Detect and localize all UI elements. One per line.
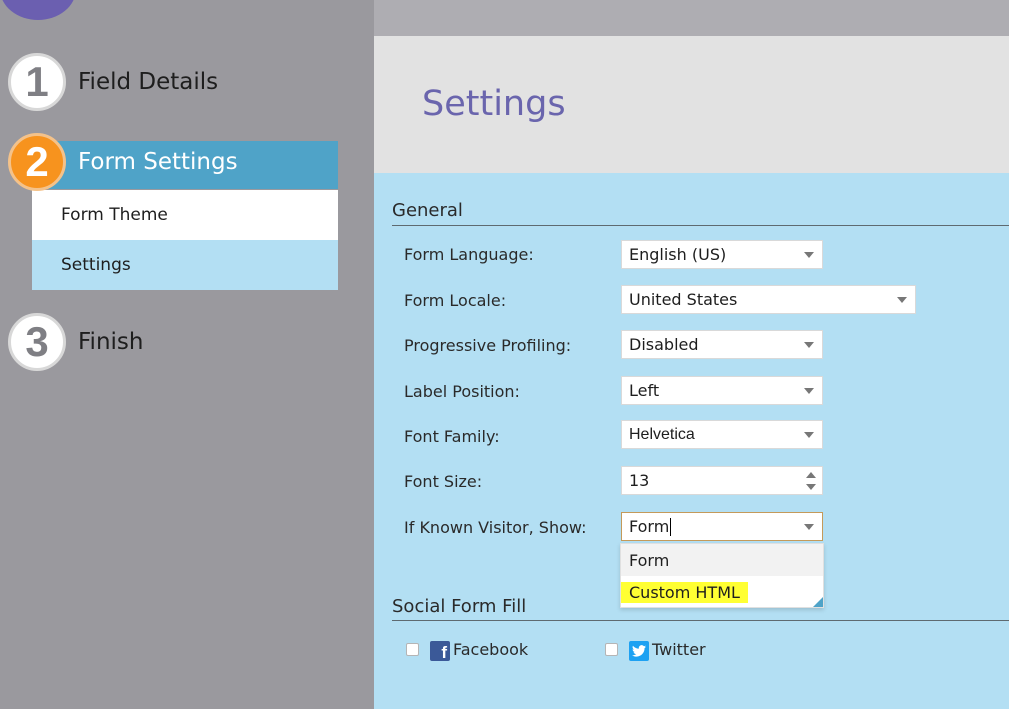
- section-title-social: Social Form Fill: [392, 596, 527, 617]
- page-title: Settings: [422, 84, 566, 124]
- dropdown-option-custom-html[interactable]: Custom HTML: [621, 576, 823, 608]
- select-value: English (US): [629, 245, 727, 264]
- known-visitor-dropdown: Form Custom HTML: [620, 543, 824, 608]
- step-number: 2: [8, 133, 66, 191]
- label-position-label: Label Position:: [404, 382, 520, 401]
- stepper-value: 13: [629, 471, 650, 490]
- progressive-profiling-select[interactable]: Disabled: [621, 330, 823, 359]
- select-value: Helvetica: [629, 425, 695, 443]
- twitter-checkbox[interactable]: [605, 643, 618, 656]
- step-number: 3: [8, 313, 66, 371]
- step-form-settings[interactable]: 2 Form Settings: [8, 133, 238, 191]
- twitter-icon: [629, 641, 649, 661]
- twitter-label: Twitter: [652, 640, 706, 659]
- font-family-select[interactable]: Helvetica: [621, 420, 823, 449]
- section-divider: [392, 620, 1009, 621]
- substep-settings[interactable]: Settings: [32, 240, 338, 290]
- chevron-down-icon: [897, 297, 907, 303]
- highlighted-option-label: Custom HTML: [621, 581, 748, 603]
- page-header: Settings: [374, 36, 1009, 173]
- step-finish[interactable]: 3 Finish: [8, 313, 143, 371]
- facebook-checkbox[interactable]: [406, 643, 419, 656]
- progressive-profiling-label: Progressive Profiling:: [404, 336, 572, 355]
- known-visitor-label: If Known Visitor, Show:: [404, 518, 587, 537]
- step-field-details[interactable]: 1 Field Details: [8, 53, 218, 111]
- chevron-down-icon: [804, 342, 814, 348]
- step-number: 1: [8, 53, 66, 111]
- select-value: United States: [629, 290, 738, 309]
- select-value: Disabled: [629, 335, 699, 354]
- form-language-select[interactable]: English (US): [621, 240, 823, 269]
- step-label: Finish: [78, 329, 144, 355]
- step-label: Form Settings: [78, 149, 238, 175]
- facebook-icon: f: [430, 641, 450, 661]
- step-label: Field Details: [78, 69, 219, 95]
- label-position-select[interactable]: Left: [621, 376, 823, 405]
- back-button[interactable]: [0, 0, 76, 20]
- section-divider: [392, 225, 1009, 226]
- chevron-down-icon: [804, 432, 814, 438]
- section-title-general: General: [392, 200, 463, 221]
- substep-form-theme[interactable]: Form Theme: [32, 190, 338, 240]
- form-locale-label: Form Locale:: [404, 291, 507, 310]
- chevron-down-icon: [804, 524, 814, 530]
- form-locale-select[interactable]: United States: [621, 285, 916, 314]
- text-cursor: [670, 517, 672, 536]
- font-family-label: Font Family:: [404, 427, 500, 446]
- font-size-label: Font Size:: [404, 472, 483, 491]
- select-value: Form: [629, 517, 670, 536]
- dropdown-option-form[interactable]: Form: [621, 544, 823, 576]
- chevron-down-icon: [804, 252, 814, 258]
- stepper-arrows-icon[interactable]: [806, 472, 816, 490]
- form-language-label: Form Language:: [404, 245, 534, 264]
- top-strip: [374, 0, 1009, 36]
- known-visitor-select[interactable]: Form: [621, 512, 823, 541]
- select-value: Left: [629, 381, 660, 400]
- resize-handle-icon[interactable]: [813, 597, 823, 607]
- chevron-down-icon: [804, 388, 814, 394]
- wizard-sidebar: 1 Field Details 2 Form Settings Form The…: [0, 0, 374, 709]
- facebook-label: Facebook: [453, 640, 529, 659]
- font-size-stepper[interactable]: 13: [621, 466, 823, 495]
